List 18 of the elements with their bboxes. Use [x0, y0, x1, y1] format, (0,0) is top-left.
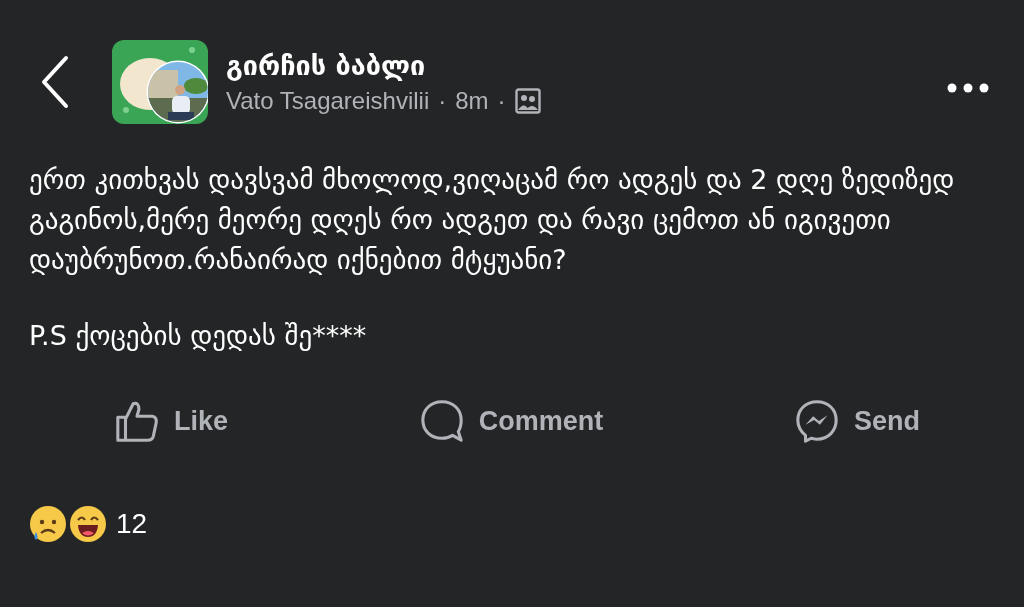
- separator-dot: ·: [497, 86, 506, 115]
- messenger-icon: [794, 398, 840, 444]
- reaction-count[interactable]: 12: [116, 508, 148, 540]
- sad-emoji-icon[interactable]: [28, 504, 68, 544]
- laughing-emoji-icon[interactable]: [68, 504, 108, 544]
- post-text: ერთ კითხვას დავსვამ მხოლოდ,ვიღაცამ რო ადგეს და 2 დღე ზედიზედ გაგინოს,მერე მეორე დღეს რო ადგეთ და რავი ცემოთ ან იგივეთი დაუბრუნოთ.რანაირად იქნებით მტყუანი?: [29, 163, 956, 277]
- post-time: 8m: [455, 86, 489, 115]
- group-name[interactable]: გირჩის ბაბლი: [226, 49, 946, 81]
- separator-dot: ·: [438, 86, 447, 115]
- like-button[interactable]: Like: [110, 392, 233, 450]
- post-text: P.S ქოცების დედას შე****: [29, 319, 368, 353]
- more-options-icon[interactable]: [946, 82, 990, 94]
- group-audience-icon: [514, 87, 541, 114]
- send-button[interactable]: Send: [790, 392, 924, 450]
- comment-button[interactable]: Comment: [414, 392, 608, 450]
- back-icon[interactable]: [40, 54, 70, 110]
- comment-icon: [418, 398, 465, 444]
- author-name[interactable]: Vato Tsagareishvilii: [226, 86, 430, 115]
